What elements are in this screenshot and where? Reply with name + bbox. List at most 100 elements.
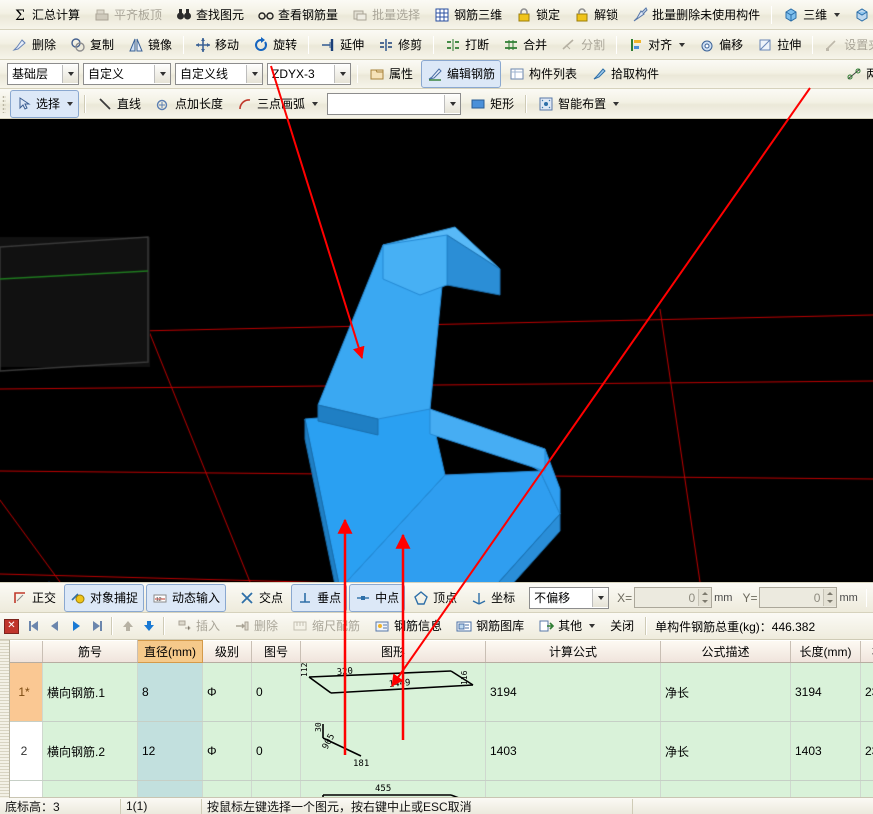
toolbar-button-俯视[interactable]: 俯视 bbox=[848, 1, 873, 29]
nav-move-down-icon[interactable] bbox=[139, 617, 158, 635]
chevron-down-icon[interactable] bbox=[613, 101, 620, 106]
offset-mode-combo[interactable]: 不偏移 bbox=[529, 586, 610, 609]
toolbar-button-延伸[interactable]: 延伸 bbox=[314, 31, 370, 59]
cell-count[interactable]: 23 bbox=[860, 721, 873, 781]
type-combo[interactable]: 自定义线 bbox=[175, 63, 263, 85]
cell-name[interactable]: 横向钢筋.2 bbox=[42, 721, 138, 781]
toolbar-button-拾取构件[interactable]: 拾取构件 bbox=[585, 60, 665, 88]
x-coordinate-input[interactable]: 0 bbox=[634, 587, 713, 608]
chevron-down-icon[interactable] bbox=[679, 42, 686, 47]
toolbar-button-动态输入[interactable]: 12 动态输入 bbox=[146, 583, 227, 612]
cell-diameter[interactable]: 8 bbox=[137, 662, 203, 722]
cell-length[interactable]: 1185 bbox=[790, 780, 861, 798]
toolbar-button-两点[interactable]: 两点 bbox=[840, 60, 873, 88]
cell-formula[interactable]: 3194 bbox=[485, 662, 661, 722]
toolbar-button-其他[interactable]: 其他 bbox=[532, 613, 601, 639]
toolbar-button-镜像[interactable]: 镜像 bbox=[122, 31, 178, 59]
column-header-shape[interactable]: 图形 bbox=[300, 640, 486, 663]
column-header-drawing_no[interactable]: 图号 bbox=[251, 640, 301, 663]
chevron-down-icon[interactable] bbox=[312, 101, 319, 106]
member-combo[interactable]: ZDYX-3 bbox=[267, 63, 351, 85]
toolbar-button-对象捕捉[interactable]: 对象捕捉 bbox=[64, 583, 145, 612]
nav-next-record-icon[interactable] bbox=[66, 617, 85, 635]
cell-count[interactable]: 23 bbox=[860, 662, 873, 722]
toolbar-button-构件列表[interactable]: 构件列表 bbox=[503, 60, 583, 88]
column-header-formula[interactable]: 计算公式 bbox=[485, 640, 661, 663]
toolbar-button-钢筋三维[interactable]: 钢筋三维 bbox=[428, 1, 508, 29]
toolbar-button-选择[interactable]: 选择 bbox=[10, 89, 80, 118]
nav-prev-record-icon[interactable] bbox=[45, 617, 64, 635]
toolbar-grip[interactable] bbox=[2, 94, 6, 113]
column-header-count[interactable]: 根数 bbox=[860, 640, 873, 663]
combo-dropdown-button[interactable] bbox=[592, 588, 609, 607]
chevron-down-icon[interactable] bbox=[589, 624, 596, 628]
floor-combo[interactable]: 基础层 bbox=[7, 63, 79, 85]
cell-formula[interactable]: 6.25*d+1060+6.25*d bbox=[485, 780, 661, 798]
toolbar-button-删除[interactable]: 删除 bbox=[6, 31, 62, 59]
cell-level[interactable]: Φ bbox=[202, 721, 252, 781]
toolbar-button-查找图元[interactable]: 查找图元 bbox=[170, 1, 250, 29]
column-header-level[interactable]: 级别 bbox=[202, 640, 252, 663]
cell-formula[interactable]: 1403 bbox=[485, 721, 661, 781]
toolbar-button-正交[interactable]: 正交 bbox=[6, 584, 62, 612]
cell-drawing_no[interactable]: 0 bbox=[251, 721, 301, 781]
nav-first-record-icon[interactable] bbox=[24, 617, 43, 635]
toolbar-button-坐标[interactable]: 坐标 bbox=[465, 584, 521, 612]
column-header-length[interactable]: 长度(mm) bbox=[790, 640, 861, 663]
nav-move-up-icon[interactable] bbox=[118, 617, 137, 635]
cell-length[interactable]: 1403 bbox=[790, 721, 861, 781]
3d-viewport[interactable] bbox=[0, 119, 873, 582]
toolbar-button-钢筋图库[interactable]: 钢筋图库 bbox=[450, 613, 530, 639]
toolbar-button-关闭[interactable]: 关闭 bbox=[603, 613, 640, 639]
cell-level[interactable]: Φ bbox=[202, 780, 252, 798]
cell-formula_desc[interactable]: 净长 bbox=[660, 662, 791, 722]
toolbar-button-移动[interactable]: 移动 bbox=[189, 31, 245, 59]
toolbar-button-锁定[interactable]: 锁定 bbox=[510, 1, 566, 29]
cell-name[interactable]: 横向钢筋.1 bbox=[42, 662, 138, 722]
cell-level[interactable]: Φ bbox=[202, 662, 252, 722]
x-coordinate-spinner[interactable] bbox=[698, 589, 712, 606]
toolbar-button-智能布置[interactable]: 智能布置 bbox=[532, 90, 625, 118]
toolbar-button-批量删除未使用构件[interactable]: 批量删除未使用构件 bbox=[626, 1, 766, 29]
chevron-down-icon[interactable] bbox=[67, 101, 74, 106]
cell-diameter[interactable]: 12 bbox=[137, 721, 203, 781]
combo-dropdown-button[interactable] bbox=[444, 94, 461, 113]
toolbar-button-偏移[interactable]: 偏移 bbox=[693, 31, 749, 59]
combo-dropdown-button[interactable] bbox=[154, 65, 170, 83]
toolbar-button-拉伸[interactable]: 拉伸 bbox=[751, 31, 807, 59]
panel-close-button[interactable]: ✕ bbox=[4, 618, 19, 634]
table-row[interactable]: 1*横向钢筋.18Φ011232014491163194净长3194230 bbox=[0, 662, 873, 722]
rebar-grid[interactable]: 筋号直径(mm)级别图号图形计算公式公式描述长度(mm)根数 1*横向钢筋.18… bbox=[0, 640, 873, 798]
cell-count[interactable]: 30 bbox=[860, 780, 873, 798]
toolbar-button-修剪[interactable]: 修剪 bbox=[372, 31, 428, 59]
toolbar-button-旋转[interactable]: 旋转 bbox=[247, 31, 303, 59]
toolbar-button-解锁[interactable]: 解锁 bbox=[568, 1, 624, 29]
toolbar-button-复制[interactable]: 复制 bbox=[64, 31, 120, 59]
toolbar-button-直线[interactable]: 直线 bbox=[91, 90, 147, 118]
table-row[interactable]: 3横向钢筋.310Φ0150455636.25*d+1060+6.25*d弯钩+… bbox=[0, 780, 873, 798]
toolbar-button-打断[interactable]: 打断 bbox=[439, 31, 495, 59]
shape-combo[interactable] bbox=[327, 92, 462, 115]
table-row[interactable]: 2横向钢筋.212Φ03069051811403净长1403230 bbox=[0, 717, 873, 781]
y-coordinate-spinner[interactable] bbox=[823, 589, 837, 606]
toolbar-button-中点[interactable]: 中点 bbox=[349, 583, 406, 612]
toolbar-button-矩形[interactable]: 矩形 bbox=[464, 90, 520, 118]
combo-dropdown-button[interactable] bbox=[62, 65, 78, 83]
toolbar-button-合并[interactable]: 合并 bbox=[497, 31, 553, 59]
cell-name[interactable]: 横向钢筋.3 bbox=[42, 780, 138, 798]
y-coordinate-input[interactable]: 0 bbox=[759, 587, 838, 608]
3d-model-canvas[interactable] bbox=[0, 119, 873, 582]
toolbar-button-查看钢筋量[interactable]: 查看钢筋量 bbox=[252, 1, 344, 29]
cell-formula_desc[interactable]: 净长 bbox=[660, 721, 791, 781]
category-combo[interactable]: 自定义 bbox=[83, 63, 171, 85]
combo-dropdown-button[interactable] bbox=[246, 65, 262, 83]
combo-dropdown-button[interactable] bbox=[334, 65, 350, 83]
toolbar-button-编辑钢筋[interactable]: 编辑钢筋 bbox=[421, 60, 502, 88]
toolbar-button-三维[interactable]: 三维 bbox=[777, 1, 846, 29]
column-header-name[interactable]: 筋号 bbox=[42, 640, 138, 663]
cell-drawing_no[interactable]: 0 bbox=[251, 780, 301, 798]
cell-formula_desc[interactable]: 弯钩+净长+弯钩 bbox=[660, 780, 791, 798]
toolbar-button-交点[interactable]: 交点 bbox=[233, 584, 289, 612]
toolbar-button-顶点[interactable]: 顶点 bbox=[407, 584, 463, 612]
toolbar-button-对齐[interactable]: 对齐 bbox=[622, 31, 691, 59]
